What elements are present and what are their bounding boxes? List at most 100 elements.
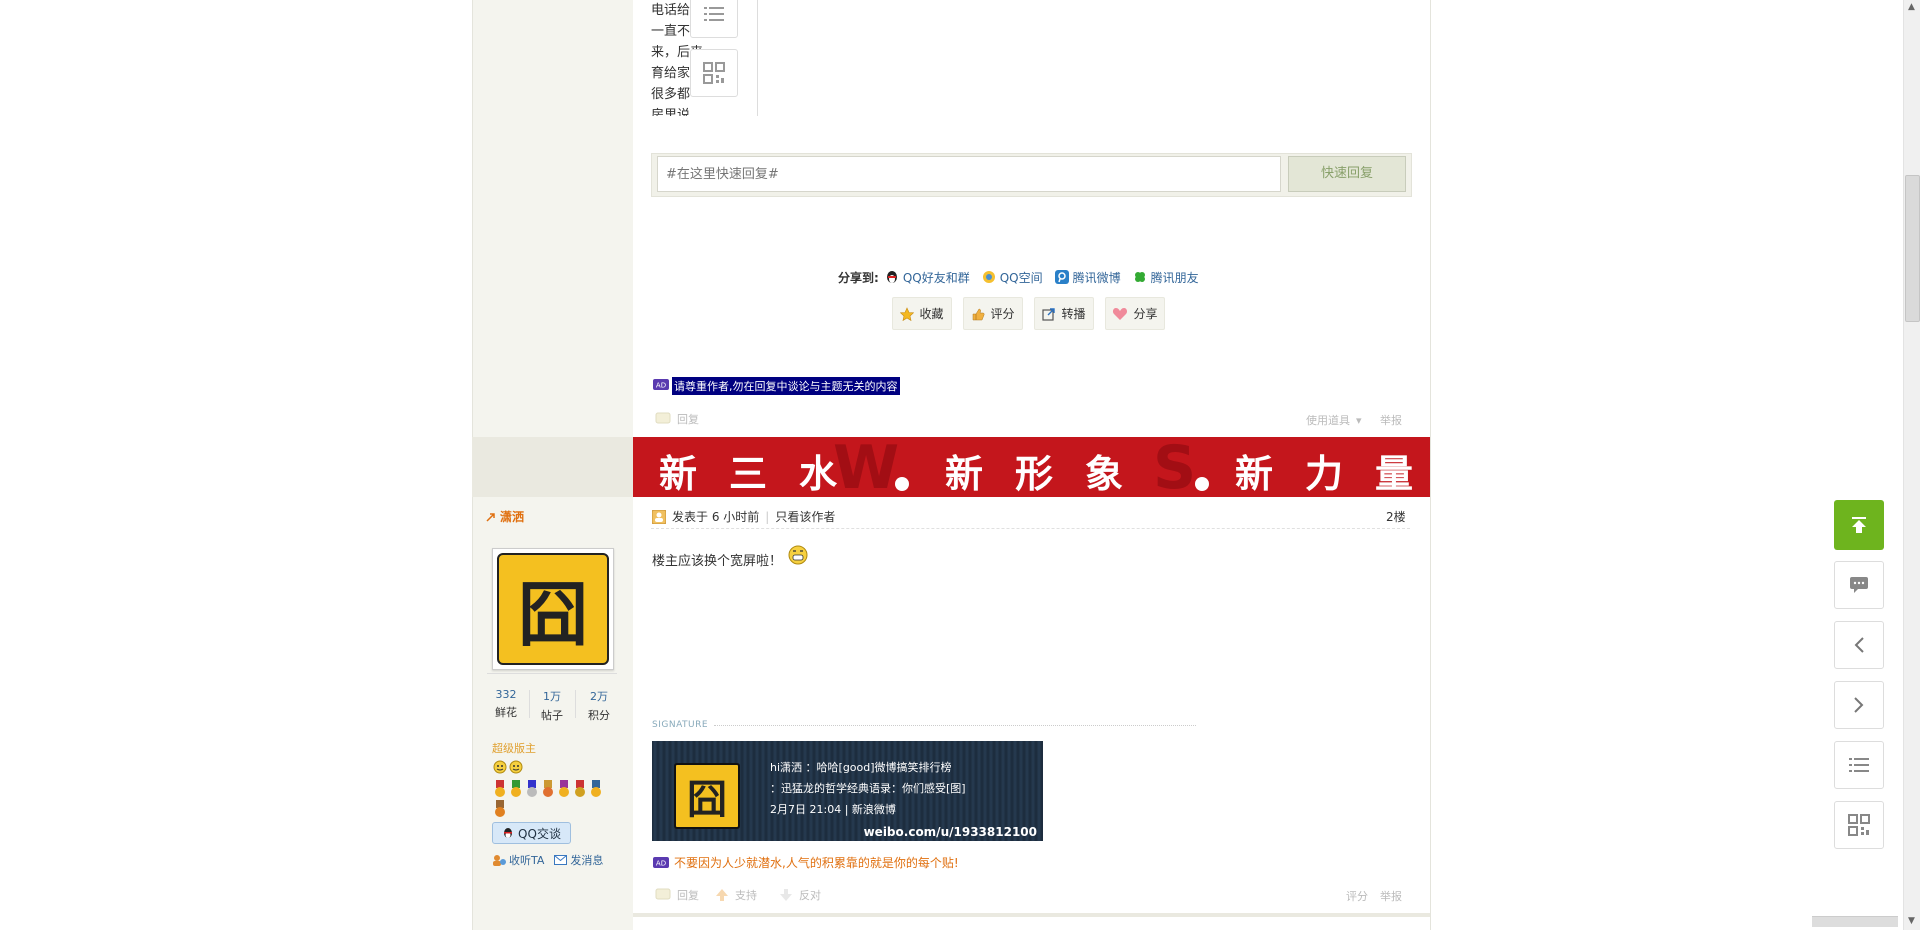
post2-notice-text[interactable]: 不要因为人少就潜水,人气的积累靠的就是你的每个贴!: [674, 854, 959, 871]
favorite-button[interactable]: 收藏: [892, 297, 952, 330]
post1-reply-link[interactable]: 回复: [655, 411, 699, 427]
share-label: 分享到:: [838, 270, 879, 285]
vertical-scrollbar[interactable]: [1903, 0, 1920, 930]
list-icon: [1849, 758, 1869, 772]
only-author-link[interactable]: 只看该作者: [775, 508, 835, 525]
qq-penguin-icon: [504, 828, 513, 838]
stat-divider: [575, 690, 576, 718]
card-line: hi潇洒 ：哈哈[good]微博搞笑排行榜: [770, 761, 952, 774]
share-tencent-weibo[interactable]: 腾讯微博: [1054, 269, 1121, 286]
medal-icon[interactable]: [525, 780, 539, 798]
post2-report-link[interactable]: 举报: [1380, 888, 1402, 904]
qrcode-icon: [1848, 814, 1870, 836]
comment-icon: [1850, 577, 1868, 593]
next-page-button[interactable]: [1834, 681, 1884, 729]
horizontal-scrollbar-thumb[interactable]: [1812, 916, 1898, 927]
card-avatar-glyph: 囧: [687, 776, 727, 823]
arrow-down-icon: [780, 889, 792, 901]
signature-divider: [714, 725, 1196, 726]
medal-icon[interactable]: [493, 800, 507, 818]
support-label: 支持: [735, 889, 757, 902]
qq-chat-button[interactable]: QQ交谈: [492, 822, 571, 844]
stat-label: 积分: [588, 709, 610, 722]
envelope-icon: [554, 855, 568, 865]
site-banner: W S 新 三 水 新 形 象 新 力 量: [633, 437, 1430, 497]
back-to-top-button[interactable]: [1834, 500, 1884, 550]
banner-ghost-letter: S: [1153, 437, 1197, 497]
stat-posts[interactable]: 1万 帖子: [532, 688, 572, 723]
post2-rate-label: 评分: [1346, 890, 1368, 903]
banner-dot: [1195, 477, 1209, 491]
scroll-up-arrow[interactable]: ▲: [1905, 0, 1918, 14]
oppose-link[interactable]: 反对: [779, 887, 821, 903]
ad-badge-icon: AD: [653, 857, 669, 868]
reply-tool-button[interactable]: [1834, 561, 1884, 609]
follow-label: 收听TA: [509, 854, 545, 867]
support-link[interactable]: 支持: [715, 887, 757, 903]
medal-icon[interactable]: [541, 780, 555, 798]
share-button[interactable]: 分享: [1105, 297, 1165, 330]
medal-icon[interactable]: [557, 780, 571, 798]
post-separator: [633, 913, 1430, 917]
oppose-label: 反对: [799, 889, 821, 902]
smiley-icon: [509, 760, 523, 774]
previous-page-button[interactable]: [1834, 621, 1884, 669]
share-qq-friends-label: QQ好友和群: [902, 270, 970, 285]
qq-penguin-icon: [886, 271, 897, 283]
qrcode-icon: [703, 62, 725, 84]
banner-dot: [895, 477, 909, 491]
quick-reply-button[interactable]: 快速回复: [1288, 156, 1406, 192]
thumbs-up-icon: [973, 308, 985, 320]
stat-points[interactable]: 2万 积分: [579, 688, 619, 723]
signature-label: SIGNATURE: [652, 720, 709, 730]
inner-scroll-divider: [757, 0, 758, 116]
follow-link[interactable]: 收听TA: [492, 852, 544, 868]
follow-icon: [493, 855, 506, 866]
scroll-down-arrow[interactable]: ▼: [1905, 914, 1918, 928]
banner-char: 水: [799, 451, 838, 496]
scrollbar-thumb[interactable]: [1905, 175, 1920, 322]
rank-icons: [493, 760, 523, 774]
avatar[interactable]: 囧: [492, 548, 614, 670]
weibo-signature-card[interactable]: 囧 hi潇洒 ：哈哈[good]微博搞笑排行榜 ：迅猛龙的哲学经典语录：你们感受…: [652, 741, 1043, 841]
stat-flowers[interactable]: 332 鲜花: [486, 688, 526, 720]
send-message-label: 发消息: [570, 854, 604, 867]
notice-badge: AD: [653, 379, 669, 393]
share-qzone[interactable]: QQ空间: [982, 269, 1043, 286]
post1-report-label: 举报: [1380, 414, 1402, 427]
list-tool-button[interactable]: [1834, 741, 1884, 789]
post1-report-link[interactable]: 举报: [1380, 412, 1402, 428]
card-line: 2月7日 21:04 | 新浪微博: [770, 803, 896, 816]
post-time: 发表于 6 小时前: [672, 510, 760, 524]
banner-left-spacer: [472, 437, 633, 497]
use-tool-dropdown[interactable]: 使用道具 ▾: [1306, 412, 1362, 428]
author-name[interactable]: 潇洒: [486, 508, 524, 525]
qzone-icon: [982, 271, 995, 283]
banner-char: 新: [1235, 451, 1274, 496]
floor-number[interactable]: 2楼: [1386, 508, 1406, 525]
post2-content: 楼主应该换个宽屏啦！: [652, 545, 808, 569]
medal-icon[interactable]: [573, 780, 587, 798]
ad-badge-icon: AD: [653, 379, 669, 390]
medal-icon[interactable]: [509, 780, 523, 798]
quick-reply-input[interactable]: [657, 156, 1281, 192]
medal-icon[interactable]: [589, 780, 603, 798]
card-avatar: 囧: [674, 763, 740, 829]
post2-rate-link[interactable]: 评分: [1346, 888, 1368, 904]
stat-label: 帖子: [541, 709, 563, 722]
rate-button[interactable]: 评分: [963, 297, 1023, 330]
post2-reply-link[interactable]: 回复: [655, 887, 699, 903]
share-qq-friends[interactable]: QQ好友和群: [885, 269, 970, 286]
send-message-link[interactable]: 发消息: [554, 852, 603, 868]
meta-separator: |: [765, 509, 770, 524]
author-name-label: 潇洒: [500, 510, 525, 524]
post-notice-text: 请尊重作者,勿在回复中谈论与主题无关的内容: [672, 377, 900, 395]
text-line: 房里说，: [651, 108, 704, 116]
smiley-icon: [493, 760, 507, 774]
repost-button[interactable]: 转播: [1034, 297, 1094, 330]
share-tencent-pengyou[interactable]: 腾讯朋友: [1133, 269, 1199, 286]
qrcode-tool-button[interactable]: [1834, 801, 1884, 849]
medal-icon[interactable]: [493, 780, 507, 798]
post-list-tool[interactable]: [690, 0, 738, 38]
post-qrcode-tool[interactable]: [690, 49, 738, 97]
